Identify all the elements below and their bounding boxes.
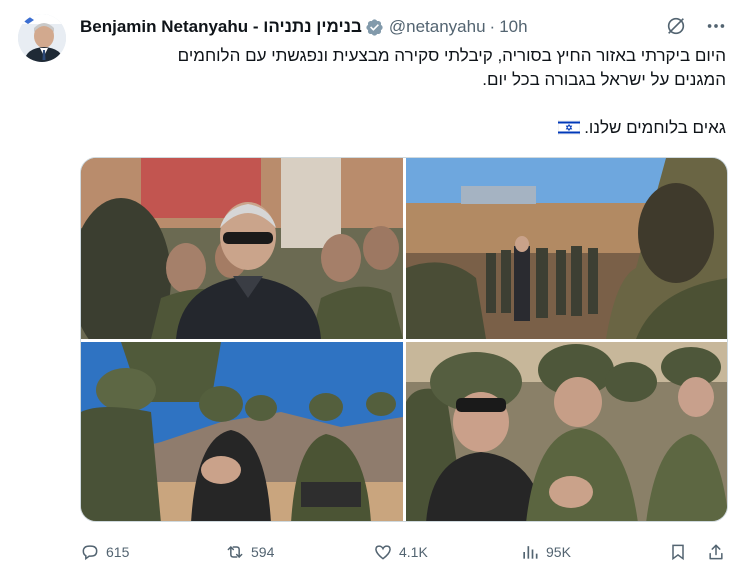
tweet-text-line: המגנים על ישראל בגבורה בכל יום. xyxy=(482,70,726,89)
repost-button[interactable]: 594 xyxy=(225,542,274,562)
views-button[interactable]: 95K xyxy=(520,542,571,562)
verified-badge-icon[interactable] xyxy=(365,18,384,37)
tweet-text-line: היום ביקרתי באזור החיץ בסוריה, קיבלתי סק… xyxy=(177,46,726,65)
photo-1[interactable] xyxy=(81,158,403,339)
photo-2[interactable] xyxy=(406,158,727,339)
heart-icon xyxy=(375,545,391,560)
tweet: Benjamin Netanyahu - בנימין נתניהו @neta… xyxy=(0,0,746,579)
tweet-actions: 615 594 4.1K 95K xyxy=(80,538,728,566)
like-button[interactable]: 4.1K xyxy=(373,542,428,562)
tweet-text: היום ביקרתי באזור החיץ בסוריה, קיבלתי סק… xyxy=(86,44,726,140)
avatar[interactable] xyxy=(18,14,66,62)
grok-icon[interactable] xyxy=(664,14,688,38)
repost-icon xyxy=(227,546,243,558)
separator-dot: · xyxy=(489,17,496,36)
share-button[interactable] xyxy=(706,542,726,562)
author-handle[interactable]: @netanyahu xyxy=(389,17,486,37)
more-options-icon[interactable] xyxy=(704,14,728,38)
share-icon xyxy=(709,544,723,560)
author-name[interactable]: Benjamin Netanyahu - בנימין נתניהו xyxy=(80,17,362,37)
avatar-photo xyxy=(18,14,66,62)
view-count: 95K xyxy=(546,544,571,560)
like-count: 4.1K xyxy=(399,544,428,560)
repost-count: 594 xyxy=(251,544,275,560)
tweet-text-line-3: גאים בלוחמים שלנו. xyxy=(584,118,726,137)
bookmark-button[interactable] xyxy=(668,542,688,562)
tweet-text-line: גאים בלוחמים שלנו. xyxy=(86,116,726,140)
tweet-top-actions xyxy=(664,14,728,38)
photo-4[interactable] xyxy=(406,342,727,521)
post-time[interactable]: 10h xyxy=(499,17,527,37)
israel-flag-icon xyxy=(557,118,581,136)
views-chart-icon xyxy=(523,546,538,559)
bookmark-icon xyxy=(672,544,684,561)
media-grid xyxy=(80,157,728,522)
tweet-header: Benjamin Netanyahu - בנימין נתניהו @neta… xyxy=(80,16,528,38)
reply-count: 615 xyxy=(106,544,130,560)
photo-3[interactable] xyxy=(81,342,403,521)
reply-icon xyxy=(82,545,98,561)
reply-button[interactable]: 615 xyxy=(80,542,129,562)
